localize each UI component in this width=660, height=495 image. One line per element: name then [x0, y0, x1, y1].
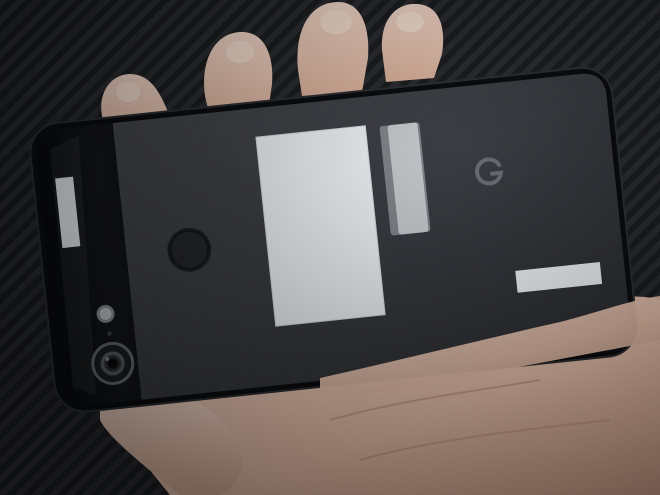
phone [29, 66, 638, 413]
sticker-large [255, 125, 386, 327]
photo-canvas [29, 2, 660, 495]
photo-scene [0, 0, 660, 495]
